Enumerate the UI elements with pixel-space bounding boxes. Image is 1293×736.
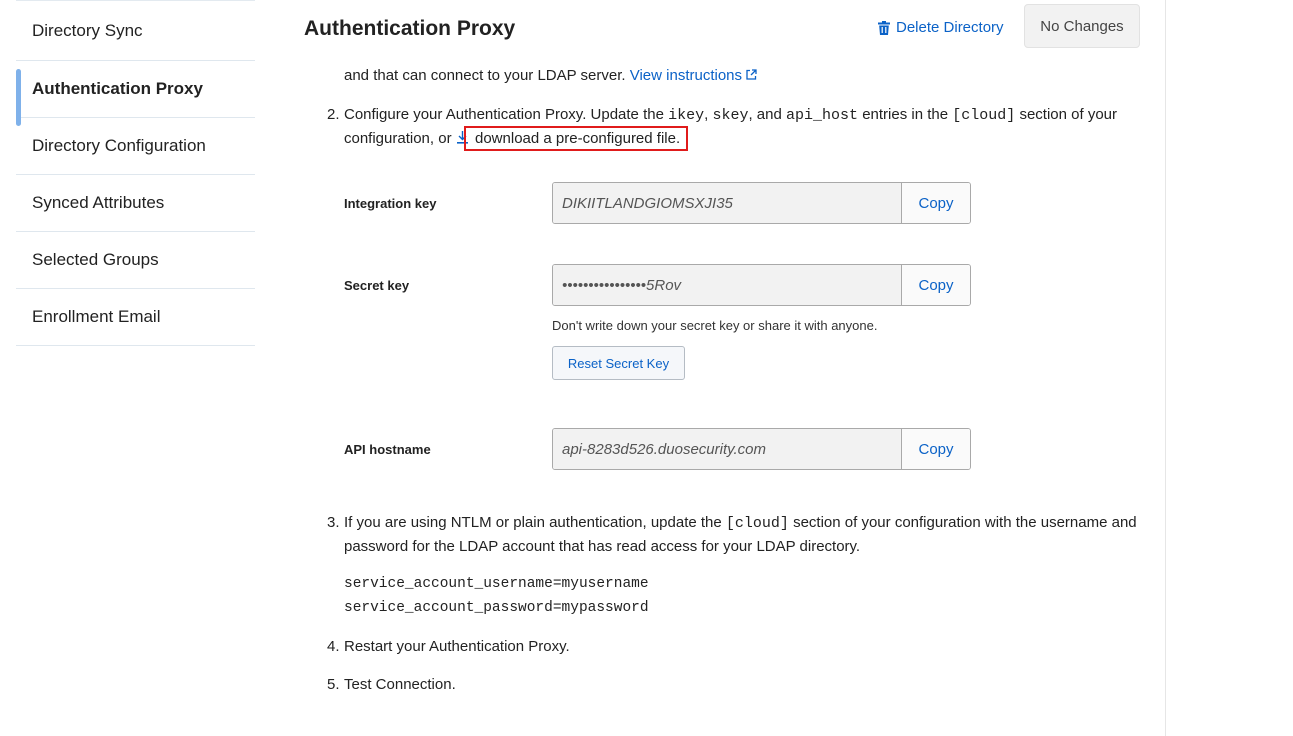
reset-secret-key-button[interactable]: Reset Secret Key xyxy=(552,346,685,380)
api-hostname-label: API hostname xyxy=(344,442,431,457)
step1-text: and that can connect to your LDAP server… xyxy=(344,67,626,84)
secret-key-field: ••••••••••••••••5Rov Copy xyxy=(552,264,971,306)
trash-icon xyxy=(878,20,890,35)
code-cloud: [cloud] xyxy=(725,515,789,532)
step2-line1: Configure your Authentication Proxy. Upd… xyxy=(344,106,1117,124)
step2-line2: configuration, or xyxy=(344,130,452,147)
copy-integration-key-button[interactable]: Copy xyxy=(902,183,970,223)
step2-comma: , xyxy=(704,106,709,123)
integration-key-input[interactable]: DIKIITLANDGIOMSXJI35 xyxy=(553,183,902,223)
code-api-host: api_host xyxy=(786,107,859,124)
code-skey: skey xyxy=(712,107,749,124)
copy-secret-key-button[interactable]: Copy xyxy=(902,265,970,305)
sidebar-item-label: Synced Attributes xyxy=(32,193,165,212)
step3-number: 3. xyxy=(327,514,340,531)
sidebar-item-label: Authentication Proxy xyxy=(32,79,203,98)
integration-key-label: Integration key xyxy=(344,196,437,211)
view-instructions-label: View instructions xyxy=(629,67,743,84)
step3-text: If you are using NTLM or plain authentic… xyxy=(344,514,722,531)
sidebar-item-directory-configuration[interactable]: Directory Configuration xyxy=(16,118,255,175)
code-ikey: ikey xyxy=(668,107,705,124)
step3-line2: password for the LDAP account that has r… xyxy=(344,538,861,555)
code-username: service_account_username=myusername xyxy=(344,576,649,592)
step2-text: Configure your Authentication Proxy. Upd… xyxy=(344,106,664,123)
copy-api-hostname-button[interactable]: Copy xyxy=(902,429,970,469)
sidebar-item-selected-groups[interactable]: Selected Groups xyxy=(16,232,255,289)
secret-key-input[interactable]: ••••••••••••••••5Rov xyxy=(553,265,902,305)
step4-text: Restart your Authentication Proxy. xyxy=(344,638,570,655)
step4-number: 4. xyxy=(327,638,340,655)
code-password: service_account_password=mypassword xyxy=(344,600,649,616)
test-connection-link[interactable]: Test Connection. xyxy=(344,676,456,693)
sidebar-item-label: Directory Configuration xyxy=(32,136,206,155)
external-link-icon xyxy=(746,69,757,80)
step1-tail: and that can connect to your LDAP server… xyxy=(344,67,757,84)
sidebar-nav: Directory Sync Authentication Proxy Dire… xyxy=(16,0,255,346)
highlight-box xyxy=(464,126,688,151)
api-hostname-field: api-8283d526.duosecurity.com Copy xyxy=(552,428,971,470)
content-right-border xyxy=(1165,0,1166,736)
step2-and: , and xyxy=(748,106,782,123)
api-hostname-input[interactable]: api-8283d526.duosecurity.com xyxy=(553,429,902,469)
sidebar-item-label: Directory Sync xyxy=(32,20,143,40)
sidebar-item-authentication-proxy[interactable]: Authentication Proxy xyxy=(16,61,255,126)
integration-key-field: DIKIITLANDGIOMSXJI35 Copy xyxy=(552,182,971,224)
secret-key-hint: Don't write down your secret key or shar… xyxy=(552,318,878,333)
view-instructions-link[interactable]: View instructions xyxy=(630,67,757,84)
sidebar-item-enrollment-email[interactable]: Enrollment Email xyxy=(16,289,255,346)
step3-line1: If you are using NTLM or plain authentic… xyxy=(344,514,1137,532)
sidebar-item-directory-sync[interactable]: Directory Sync xyxy=(16,1,255,61)
step2-number: 2. xyxy=(327,106,340,123)
delete-directory-label: Delete Directory xyxy=(896,19,1004,36)
step5-number: 5. xyxy=(327,676,340,693)
step2-entries: entries in the xyxy=(862,106,949,123)
step2-config-text: configuration, or xyxy=(344,130,452,147)
sidebar-item-label: Enrollment Email xyxy=(32,307,161,326)
no-changes-button[interactable]: No Changes xyxy=(1024,4,1140,48)
step3-text-b: section of your configuration with the u… xyxy=(793,514,1137,531)
sidebar-item-label: Selected Groups xyxy=(32,250,159,269)
code-cloud: [cloud] xyxy=(952,107,1016,124)
delete-directory-button[interactable]: Delete Directory xyxy=(878,19,1004,36)
page-title: Authentication Proxy xyxy=(304,17,516,40)
step2-section: section of your xyxy=(1019,106,1118,123)
sidebar-item-synced-attributes[interactable]: Synced Attributes xyxy=(16,175,255,232)
secret-key-label: Secret key xyxy=(344,278,410,293)
